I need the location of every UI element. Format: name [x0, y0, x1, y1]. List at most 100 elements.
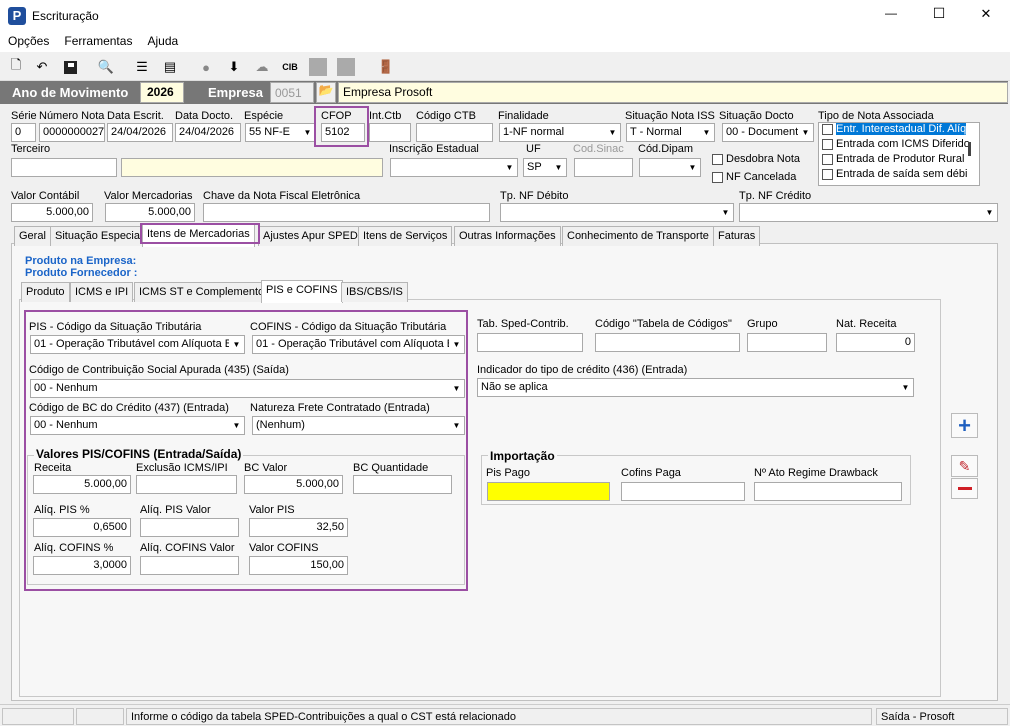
save-icon[interactable] [60, 57, 80, 77]
exit-door-icon[interactable]: 🚪 [376, 57, 396, 77]
situacao-docto-select[interactable]: 00 - Document ▼ [722, 123, 814, 142]
list-scrollbar[interactable] [968, 142, 971, 156]
exclusao-field[interactable] [136, 475, 237, 494]
report-icon[interactable]: ▤ [160, 57, 180, 77]
aliq-pis-field[interactable]: 0,6500 [33, 518, 131, 537]
tab-geral[interactable]: Geral [14, 226, 51, 246]
tab-produto[interactable]: Produto [21, 282, 70, 302]
indicador-select[interactable]: Não se aplica ▼ [477, 378, 914, 397]
contrib-select[interactable]: 00 - Nenhum ▼ [30, 379, 465, 398]
tab-ajustes-apur-sped[interactable]: Ajustes Apur SPED [258, 226, 363, 246]
menu-ajuda[interactable]: Ajuda [148, 34, 179, 48]
tp-debito-select[interactable]: ▼ [500, 203, 734, 222]
add-button[interactable]: + [951, 413, 978, 438]
valor-contabil-field[interactable]: 5.000,00 [11, 203, 93, 222]
list-item[interactable]: Entrada de saída sem débi [819, 168, 979, 183]
aliq-cofins-valor-field[interactable] [140, 556, 239, 575]
menu-bar: Opções Ferramentas Ajuda [0, 32, 1010, 52]
coddipam-select[interactable]: ▼ [639, 158, 701, 177]
panel-icon[interactable] [308, 57, 328, 77]
tab-outras-informacoes[interactable]: Outras Informações [454, 226, 561, 246]
bc-qtd-label: BC Quantidade [353, 462, 429, 474]
list-item[interactable]: Entrada com ICMS Diferido [819, 138, 979, 153]
print-preview-icon[interactable]: 🔍 [96, 57, 116, 77]
tab-faturas[interactable]: Faturas [713, 226, 761, 246]
valor-merc-label: Valor Mercadorias [104, 190, 193, 202]
uf-select[interactable]: SP ▼ [523, 158, 567, 177]
minimize-button[interactable]: — [876, 6, 906, 20]
aliq-cofins-field[interactable]: 3,0000 [33, 556, 131, 575]
bc-qtd-field[interactable] [353, 475, 452, 494]
tp-credito-select[interactable]: ▼ [739, 203, 998, 222]
cofins-cst-select[interactable]: 01 - Operação Tributável com Alíquota B ▼ [252, 335, 465, 354]
cloud-icon[interactable]: ☁ [252, 57, 272, 77]
inscricao-select[interactable]: ▼ [390, 158, 518, 177]
nat-receita-field[interactable]: 0 [836, 333, 915, 352]
pis-pago-field[interactable] [487, 482, 610, 501]
tree-icon[interactable]: ☰ [132, 57, 152, 77]
minus-icon [957, 487, 972, 490]
tab-itens-servicos[interactable]: Itens de Serviços [358, 226, 453, 246]
natureza-select[interactable]: (Nenhum) ▼ [252, 416, 465, 435]
tab-icms-st[interactable]: ICMS ST e Complemento [134, 282, 270, 302]
tipo-nota-list[interactable]: Entr. Interestadual Dif. Alíq Entrada co… [818, 122, 980, 186]
bc-credito-select[interactable]: 00 - Nenhum ▼ [30, 416, 245, 435]
codsinac-field[interactable] [574, 158, 633, 177]
intctb-field[interactable] [369, 123, 411, 142]
maximize-button[interactable]: ☐ [924, 5, 954, 22]
edit-button[interactable]: ✎ [951, 455, 978, 477]
data-docto-field[interactable]: 24/04/2026 [175, 123, 241, 142]
valor-merc-field[interactable]: 5.000,00 [105, 203, 195, 222]
valor-cofins-field[interactable]: 150,00 [249, 556, 348, 575]
grupo-field[interactable] [747, 333, 827, 352]
ano-field[interactable]: 2026 [140, 82, 184, 103]
delete-button[interactable] [951, 478, 978, 499]
tab-situacao-especial[interactable]: Situação Especial [50, 226, 148, 246]
terceiro-name-field[interactable] [121, 158, 383, 177]
aliq-pis-valor-field[interactable] [140, 518, 239, 537]
new-document-icon[interactable]: 🗋 [6, 57, 26, 77]
tab-pis-cofins[interactable]: PIS e COFINS [261, 280, 343, 303]
pis-cst-select[interactable]: 01 - Operação Tributável com Alíquota B ▼ [30, 335, 245, 354]
tab-conhecimento-transporte[interactable]: Conhecimento de Transporte [562, 226, 714, 246]
close-button[interactable]: ✕ [971, 6, 1001, 22]
codctb-field[interactable] [416, 123, 493, 142]
finalidade-select[interactable]: 1-NF normal ▼ [499, 123, 621, 142]
undo-icon[interactable]: ↶ [32, 57, 52, 77]
ato-label: Nº Ato Regime Drawback [754, 467, 878, 479]
terceiro-code-field[interactable] [11, 158, 117, 177]
receita-field[interactable]: 5.000,00 [33, 475, 131, 494]
bc-valor-field[interactable]: 5.000,00 [244, 475, 343, 494]
valor-pis-field[interactable]: 32,50 [249, 518, 348, 537]
chave-field[interactable] [203, 203, 490, 222]
numero-field[interactable]: 0000000027 [39, 123, 105, 142]
cancelada-checkbox[interactable]: NF Cancelada [712, 171, 796, 183]
tab-ibs-cbs-is[interactable]: IBS/CBS/IS [341, 282, 408, 302]
codigo-tabela-field[interactable] [595, 333, 740, 352]
serie-field[interactable]: 0 [11, 123, 36, 142]
list-item[interactable]: Entrada de Produtor Rural [819, 153, 979, 168]
cfop-field[interactable]: 5102 [321, 123, 365, 142]
apple-icon[interactable]: ● [196, 57, 216, 77]
menu-ferramentas[interactable]: Ferramentas [64, 34, 132, 48]
list-item[interactable]: Entr. Interestadual Dif. Alíq [819, 123, 979, 138]
desdobra-checkbox[interactable]: Desdobra Nota [712, 153, 800, 165]
square-icon[interactable] [336, 57, 356, 77]
ato-field[interactable] [754, 482, 902, 501]
data-escrit-field[interactable]: 24/04/2026 [107, 123, 173, 142]
status-message: Informe o código da tabela SPED-Contribu… [126, 708, 872, 725]
nat-receita-label: Nat. Receita [836, 318, 897, 330]
cib-icon[interactable]: CIB [280, 57, 300, 77]
chevron-down-icon: ▼ [685, 159, 700, 176]
status-right: Saída - Prosoft [876, 708, 1008, 725]
situacao-iss-select[interactable]: T - Normal ▼ [626, 123, 715, 142]
grupo-label: Grupo [747, 318, 778, 330]
download-icon[interactable]: ⬇ [224, 57, 244, 77]
cofins-paga-field[interactable] [621, 482, 745, 501]
especie-select[interactable]: 55 NF-E ▼ [245, 123, 316, 142]
menu-opcoes[interactable]: Opções [8, 34, 49, 48]
empresa-code-field[interactable]: 0051 [270, 82, 314, 103]
tab-sped-field[interactable] [477, 333, 583, 352]
folder-open-icon[interactable]: 📂 [316, 82, 336, 103]
tab-icms-ipi[interactable]: ICMS e IPI [70, 282, 134, 302]
